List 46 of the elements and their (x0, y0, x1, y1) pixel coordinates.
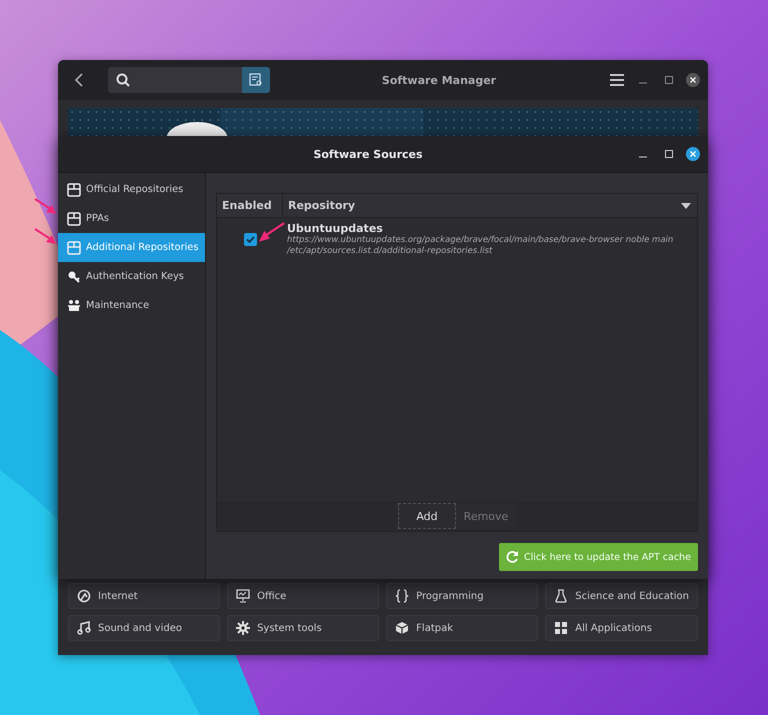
braces-icon (395, 589, 410, 603)
grid-icon (554, 621, 568, 635)
add-button[interactable]: Add (398, 503, 456, 529)
document-search-icon (249, 73, 263, 87)
close-icon[interactable] (686, 73, 700, 87)
checkbox[interactable] (244, 233, 256, 246)
tools-icon (67, 298, 81, 312)
globe-icon (77, 589, 91, 603)
repository-line: https://www.ubuntuupdates.org/package/brave/focal/main/base/brave-browser noble main (287, 235, 674, 246)
gear-icon (236, 621, 250, 635)
package-icon (67, 240, 81, 254)
repository-file: /etc/apt/sources.list.d/additional-repositories.list (287, 246, 494, 257)
category-button[interactable]: Science and Education (545, 583, 698, 609)
category-button[interactable]: Office (227, 583, 380, 609)
sidebar-item[interactable]: PPAs (58, 204, 205, 233)
refresh-icon (505, 550, 519, 564)
repository-name: Ubuntuupdates (287, 222, 384, 235)
column-header[interactable]: Repository (283, 194, 681, 217)
search-field[interactable] (108, 67, 242, 93)
category-button[interactable]: System tools (227, 615, 380, 641)
annotation-arrow (34, 228, 58, 246)
column-header[interactable]: Enabled (217, 194, 283, 217)
dialog-title: Software Sources (312, 148, 424, 160)
window-title: Software Manager (380, 74, 498, 86)
music-note-icon (77, 621, 91, 635)
presentation-icon (236, 589, 250, 603)
flask-icon (554, 589, 568, 603)
cube-icon (395, 621, 410, 635)
close-icon[interactable] (686, 147, 700, 161)
menu-icon[interactable] (608, 71, 626, 89)
search-icon (116, 73, 130, 87)
category-button[interactable]: Programming (386, 583, 538, 609)
package-icon (67, 212, 81, 226)
category-button[interactable]: Internet (68, 583, 220, 609)
search-options-button[interactable] (242, 67, 270, 93)
category-button[interactable]: All Applications (545, 615, 698, 641)
key-icon (67, 270, 81, 284)
annotation-arrow (256, 222, 286, 244)
dropdown-icon[interactable] (681, 202, 691, 208)
category-button[interactable]: Sound and video (68, 615, 220, 641)
sidebar-item[interactable]: Authentication Keys (58, 262, 205, 291)
annotation-arrow (34, 198, 58, 216)
sidebar-item[interactable]: Maintenance (58, 291, 205, 320)
package-icon (67, 182, 81, 196)
category-button[interactable]: Flatpak (386, 615, 538, 641)
sidebar-item[interactable]: Official Repositories (58, 175, 205, 204)
